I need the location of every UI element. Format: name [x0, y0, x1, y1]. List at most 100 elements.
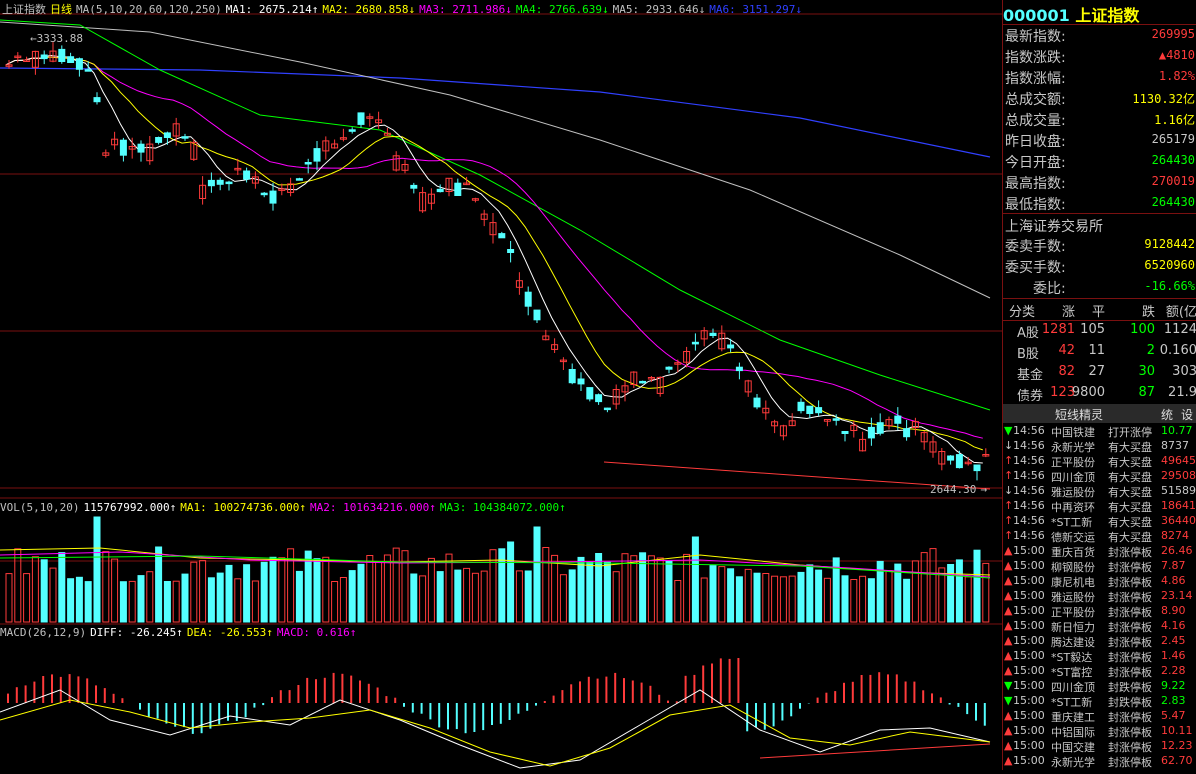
ticker-arrow: ▲: [1004, 739, 1013, 752]
quote-row-value: 264430: [1151, 153, 1195, 167]
ticker-time: 14:56: [1013, 529, 1045, 542]
ticker-name: 雅运股份: [1051, 486, 1095, 499]
candle: [454, 182, 462, 196]
ticker-item[interactable]: ↑ 14:56 正平股份 有大买盘 49645: [1003, 454, 1196, 469]
volume-bar: [172, 580, 180, 623]
ticker-item[interactable]: ▲ 15:00 永新光学 封涨停板 62.70: [1003, 754, 1196, 769]
ticker-name: *ST工新: [1051, 696, 1093, 709]
candle: [577, 378, 585, 385]
quote-row-value: 269995: [1151, 27, 1195, 41]
volume-bar: [93, 516, 101, 623]
ticker-item[interactable]: ▼ 14:56 中国铁建 打开涨停 10.77: [1003, 424, 1196, 439]
ma3-line: [5, 56, 983, 439]
volume-bar: [515, 570, 523, 623]
ticker-item[interactable]: ↑ 14:56 *ST工新 有大买盘 36440: [1003, 514, 1196, 529]
breadth-header-cell: 涨: [1061, 305, 1075, 320]
ticker-item[interactable]: ▲ 15:00 新日恒力 封涨停板 4.16: [1003, 619, 1196, 634]
ticker-item[interactable]: ▲ 15:00 雅运股份 封涨停板 23.14: [1003, 589, 1196, 604]
ticker-item[interactable]: ↓ 14:56 永新光学 有大买盘 8737: [1003, 439, 1196, 454]
ticker-arrow: ▼: [1004, 694, 1013, 707]
ticker-item[interactable]: ▲ 15:00 中铝国际 封涨停板 10.11: [1003, 724, 1196, 739]
ticker-item[interactable]: ▲ 15:00 腾达建设 封涨停板 2.45: [1003, 634, 1196, 649]
volume-bar: [982, 562, 990, 623]
quote-row-label: 指数涨幅:: [1005, 71, 1066, 87]
ticker-item[interactable]: ↑ 14:56 中再资环 有大买盘 18641: [1003, 499, 1196, 514]
tab-stats[interactable]: 统: [1161, 406, 1173, 423]
quote-row-value: 270019: [1151, 174, 1195, 188]
quote-row-value: ▲4810: [1158, 48, 1195, 62]
ticker-time: 14:56: [1013, 439, 1045, 452]
ticker-item[interactable]: ▲ 15:00 *ST毅达 封涨停板 1.46: [1003, 649, 1196, 664]
candle: [586, 387, 594, 400]
ticker-event: 封涨停板: [1108, 621, 1152, 634]
ticker-item[interactable]: ▼ 15:00 *ST工新 封跌停板 2.83: [1003, 694, 1196, 709]
ticker-event: 封跌停板: [1108, 681, 1152, 694]
ticker-arrow: ↓: [1004, 484, 1014, 497]
ticker-val: 2.83: [1161, 694, 1186, 707]
ticker-item[interactable]: ↑ 14:56 德新交运 有大买盘 8274: [1003, 529, 1196, 544]
volume-bar: [67, 578, 75, 623]
candle: [67, 56, 75, 64]
breadth-cell: B股: [1017, 347, 1039, 362]
candle: [260, 192, 268, 196]
ticker-item[interactable]: ▲ 15:00 *ST富控 封涨停板 2.28: [1003, 664, 1196, 679]
ticker-name: 康尼机电: [1051, 576, 1095, 589]
candle: [867, 426, 875, 439]
candle: [533, 309, 541, 321]
ticker-arrow: ▲: [1004, 649, 1013, 662]
ticker-time: 14:56: [1013, 499, 1045, 512]
candle: [876, 422, 884, 434]
ticker-val: 23.14: [1161, 589, 1193, 602]
ticker-item[interactable]: ▲ 15:00 正平股份 封涨停板 8.90: [1003, 604, 1196, 619]
ticker-tab-bar: 短线精灵 统 设: [1003, 404, 1196, 423]
ticker-item[interactable]: ▲ 15:00 中国交建 封涨停板 12.23: [1003, 739, 1196, 754]
order-row: 委卖手数: 9128442: [1003, 235, 1196, 256]
candle: [894, 415, 902, 424]
ticker-arrow: ▲: [1004, 574, 1013, 587]
ticker-time: 15:00: [1013, 634, 1045, 647]
period-label: 日线: [50, 3, 72, 16]
volume-bar: [111, 558, 119, 623]
stock-name: 上证指数: [2, 3, 46, 16]
ticker-item[interactable]: ▲ 15:00 康尼机电 封涨停板 4.86: [1003, 574, 1196, 589]
ticker-name: 中再资环: [1051, 501, 1095, 514]
volume-bar: [128, 580, 136, 623]
ticker-item[interactable]: ▲ 15:00 重庆百货 封涨停板 26.46: [1003, 544, 1196, 559]
volume-bar: [964, 576, 972, 623]
candle: [207, 179, 215, 187]
ticker-val: 1.46: [1161, 649, 1186, 662]
ticker-event: 封跌停板: [1108, 696, 1152, 709]
order-row-label: 委比:: [1033, 281, 1066, 297]
ticker-item[interactable]: ▼ 15:00 四川金顶 封跌停板 9.22: [1003, 679, 1196, 694]
ticker-time: 15:00: [1013, 679, 1045, 692]
volume-bar: [542, 547, 550, 623]
ticker-val: 62.70: [1161, 754, 1193, 767]
ticker-item[interactable]: ↑ 14:56 四川金顶 有大买盘 29508: [1003, 469, 1196, 484]
chart-area[interactable]: 上证指数 日线 MA(5,10,20,60,120,250) MA1: 2675.21…: [0, 0, 1002, 770]
ma3-value: MA3: 2711.986↓: [419, 3, 512, 16]
breadth-row: B股 42 11 2 0.160: [1003, 341, 1196, 362]
ticker-name: 中国铁建: [1051, 426, 1095, 439]
quote-row-label: 指数涨跌:: [1005, 50, 1066, 66]
ticker-event: 封涨停板: [1108, 651, 1152, 664]
ticker-item[interactable]: ▲ 15:00 柳钢股份 封涨停板 7.87: [1003, 559, 1196, 574]
ticker-arrow: ▲: [1004, 634, 1013, 647]
ticker-time: 14:56: [1013, 424, 1045, 437]
tab-settings[interactable]: 设: [1181, 406, 1193, 423]
volume-bar: [656, 557, 664, 623]
breadth-cell: 1281: [1041, 322, 1075, 337]
ticker-item[interactable]: ↓ 14:56 雅运股份 有大买盘 51589: [1003, 484, 1196, 499]
ticker-item[interactable]: ▲ 15:00 重庆建工 封涨停板 5.47: [1003, 709, 1196, 724]
kline-chart-svg[interactable]: [0, 0, 1002, 770]
volume-bar: [304, 550, 312, 623]
ma1-value: MA1: 2675.214↑: [225, 3, 319, 16]
ticker-event: 封涨停板: [1108, 576, 1152, 589]
volume-bar: [155, 546, 163, 623]
breadth-cell: 基金: [1017, 368, 1044, 383]
tab-short-term-elf[interactable]: 短线精灵: [1055, 406, 1103, 423]
ma2-line: [5, 56, 983, 451]
candle: [568, 369, 576, 384]
volume-bar: [806, 564, 814, 623]
breadth-cell: 87: [1138, 385, 1155, 400]
order-row: 委比: -16.66%: [1003, 277, 1196, 298]
